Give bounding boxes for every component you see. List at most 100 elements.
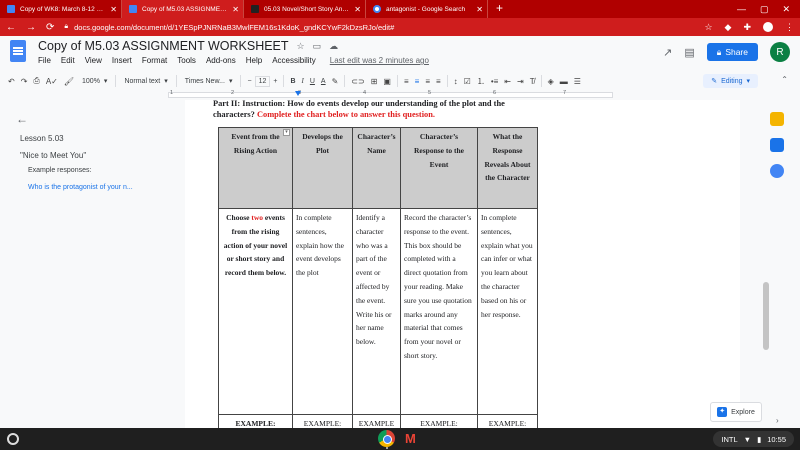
cell-menu-icon[interactable]: ▾ bbox=[283, 129, 290, 136]
maximize-icon[interactable]: ▢ bbox=[760, 4, 769, 15]
header-cell[interactable]: Develops the Plot bbox=[292, 127, 353, 209]
profile-icon[interactable] bbox=[763, 22, 773, 32]
outline-item[interactable]: Example responses: bbox=[28, 167, 91, 174]
gmail-icon[interactable]: M bbox=[405, 432, 416, 445]
increase-font-icon[interactable]: + bbox=[273, 78, 277, 85]
activity-icon[interactable]: ↗ bbox=[663, 46, 672, 59]
url-field[interactable]: 🔒︎ docs.google.com/document/d/1YESpPJNRN… bbox=[64, 21, 694, 34]
highlight-icon[interactable]: ✎ bbox=[332, 77, 339, 86]
checklist-icon[interactable]: ☑ bbox=[464, 77, 471, 86]
new-tab-button[interactable]: + bbox=[488, 0, 511, 18]
table-cell[interactable]: EXAMPLE bbox=[352, 414, 401, 428]
chevron-right-icon[interactable]: › bbox=[776, 416, 779, 425]
launcher-icon[interactable] bbox=[7, 433, 19, 445]
document-title[interactable]: Copy of M5.03 ASSIGNMENT WORKSHEET bbox=[38, 39, 289, 53]
star-icon[interactable]: ☆ bbox=[297, 41, 305, 52]
avatar[interactable]: R bbox=[770, 42, 790, 62]
border-color-icon[interactable]: ▬ bbox=[560, 77, 568, 86]
align-left-icon[interactable]: ≡ bbox=[404, 77, 409, 86]
outline-item-subtitle[interactable]: "Nice to Meet You" bbox=[20, 151, 86, 160]
menu-accessibility[interactable]: Accessibility bbox=[272, 56, 316, 65]
menu-view[interactable]: View bbox=[85, 56, 102, 65]
bulleted-list-icon[interactable]: •≡ bbox=[491, 77, 498, 86]
redo-icon[interactable]: ↷ bbox=[21, 77, 28, 86]
zoom-select[interactable]: 100% ▾ bbox=[80, 77, 109, 86]
spellcheck-icon[interactable]: A✓ bbox=[46, 77, 58, 86]
border-width-icon[interactable]: ☰ bbox=[574, 77, 581, 86]
star-icon[interactable]: ☆ bbox=[704, 22, 712, 33]
line-spacing-icon[interactable]: ↕ bbox=[454, 77, 458, 86]
table-cell[interactable]: EXAMPLE: bbox=[218, 414, 293, 428]
menu-tools[interactable]: Tools bbox=[177, 56, 196, 65]
scrollbar[interactable] bbox=[763, 282, 769, 350]
menu-format[interactable]: Format bbox=[142, 56, 167, 65]
add-comment-icon[interactable]: ⊞ bbox=[371, 77, 378, 86]
back-icon[interactable]: ← bbox=[6, 22, 16, 33]
bold-button[interactable]: B bbox=[290, 78, 295, 85]
keep-icon[interactable] bbox=[770, 112, 784, 126]
align-center-icon[interactable]: ≡ bbox=[415, 77, 420, 86]
paint-format-icon[interactable]: 🖌︎ bbox=[64, 77, 74, 86]
close-outline-icon[interactable]: ← bbox=[16, 112, 28, 126]
status-tray[interactable]: INTL ▼ ▮ 10:55 bbox=[713, 431, 794, 447]
close-icon[interactable]: ✕ bbox=[110, 5, 117, 14]
cloud-status-icon[interactable]: ☁ bbox=[329, 41, 338, 52]
print-icon[interactable]: ⎙ bbox=[33, 76, 39, 86]
share-button[interactable]: 🔒︎ Share bbox=[706, 43, 758, 61]
increase-indent-icon[interactable]: ⇥ bbox=[517, 77, 524, 86]
puzzle-icon[interactable]: ✚ bbox=[743, 22, 751, 33]
text-color-button[interactable]: A bbox=[321, 78, 326, 85]
menu-insert[interactable]: Insert bbox=[112, 56, 132, 65]
browser-tab-3[interactable]: 05.03 Novel/Short Story Analysi... ✕ bbox=[244, 0, 366, 18]
decrease-font-icon[interactable]: − bbox=[247, 78, 251, 85]
docs-logo-icon[interactable] bbox=[10, 40, 26, 62]
menu-edit[interactable]: Edit bbox=[61, 56, 75, 65]
header-cell[interactable]: What the Response Reveals About the Char… bbox=[477, 127, 538, 209]
close-window-icon[interactable]: ✕ bbox=[782, 4, 790, 15]
move-folder-icon[interactable]: ▭ bbox=[313, 41, 322, 52]
table-cell[interactable]: EXAMPLE: bbox=[400, 414, 478, 428]
table-cell[interactable]: Choose two events from the rising action… bbox=[218, 208, 293, 415]
chevron-up-icon[interactable]: ⌃ bbox=[781, 75, 788, 84]
browser-tab-2[interactable]: Copy of M5.03 ASSIGNMENT W... ✕ bbox=[122, 0, 244, 18]
calendar-icon[interactable] bbox=[770, 138, 784, 152]
table-cell[interactable]: In complete sentences, explain how the e… bbox=[292, 208, 353, 415]
menu-addons[interactable]: Add-ons bbox=[206, 56, 236, 65]
ruler-track[interactable] bbox=[168, 92, 613, 98]
browser-tab-1[interactable]: Copy of WK8: March 8-12 SWAA... ✕ bbox=[0, 0, 122, 18]
outline-item-active[interactable]: Who is the protagonist of your n... bbox=[28, 184, 133, 191]
table-cell[interactable]: In complete sentences, explain what you … bbox=[477, 208, 538, 415]
table-cell[interactable]: Record the character’s response to the e… bbox=[400, 208, 478, 415]
forward-icon[interactable]: → bbox=[26, 22, 36, 33]
close-icon[interactable]: ✕ bbox=[476, 5, 483, 14]
outline-item-title[interactable]: Lesson 5.03 bbox=[20, 134, 64, 143]
table-cell[interactable]: Identify a character who was a part of t… bbox=[352, 208, 401, 415]
more-icon[interactable]: ⋮ bbox=[785, 22, 794, 33]
close-icon[interactable]: ✕ bbox=[232, 5, 239, 14]
header-cell[interactable]: Event from the Rising Action bbox=[218, 127, 293, 209]
comment-icon[interactable]: ▤ bbox=[684, 46, 694, 59]
header-cell[interactable]: Character’s Name bbox=[352, 127, 401, 209]
extension-icon[interactable]: ◆ bbox=[725, 22, 732, 33]
header-cell[interactable]: Character’s Response to the Event bbox=[400, 127, 478, 209]
indent-marker[interactable] bbox=[295, 91, 301, 96]
fill-color-icon[interactable]: ◈ bbox=[548, 77, 554, 86]
last-edit-link[interactable]: Last edit was 2 minutes ago bbox=[330, 56, 429, 65]
decrease-indent-icon[interactable]: ⇤ bbox=[504, 77, 511, 86]
style-select[interactable]: Normal text ▾ bbox=[122, 77, 169, 86]
tasks-icon[interactable] bbox=[770, 164, 784, 178]
align-right-icon[interactable]: ≡ bbox=[425, 77, 430, 86]
minimize-icon[interactable]: — bbox=[737, 4, 746, 14]
menu-file[interactable]: File bbox=[38, 56, 51, 65]
table-cell[interactable]: EXAMPLE: bbox=[292, 414, 353, 428]
align-justify-icon[interactable]: ≡ bbox=[436, 77, 441, 86]
undo-icon[interactable]: ↶ bbox=[8, 77, 15, 86]
reload-icon[interactable]: ⟳ bbox=[46, 22, 54, 33]
table-cell[interactable]: EXAMPLE: bbox=[477, 414, 538, 428]
clear-format-icon[interactable]: T̸ bbox=[530, 77, 535, 86]
editing-mode-select[interactable]: ✎ Editing ▾ bbox=[703, 74, 758, 88]
document-page[interactable]: Part II: Instruction: How do events deve… bbox=[185, 100, 740, 428]
numbered-list-icon[interactable]: ⒈ bbox=[477, 76, 485, 87]
link-icon[interactable]: ⊂⊃ bbox=[351, 77, 364, 86]
browser-tab-4[interactable]: antagonist - Google Search ✕ bbox=[366, 0, 488, 18]
